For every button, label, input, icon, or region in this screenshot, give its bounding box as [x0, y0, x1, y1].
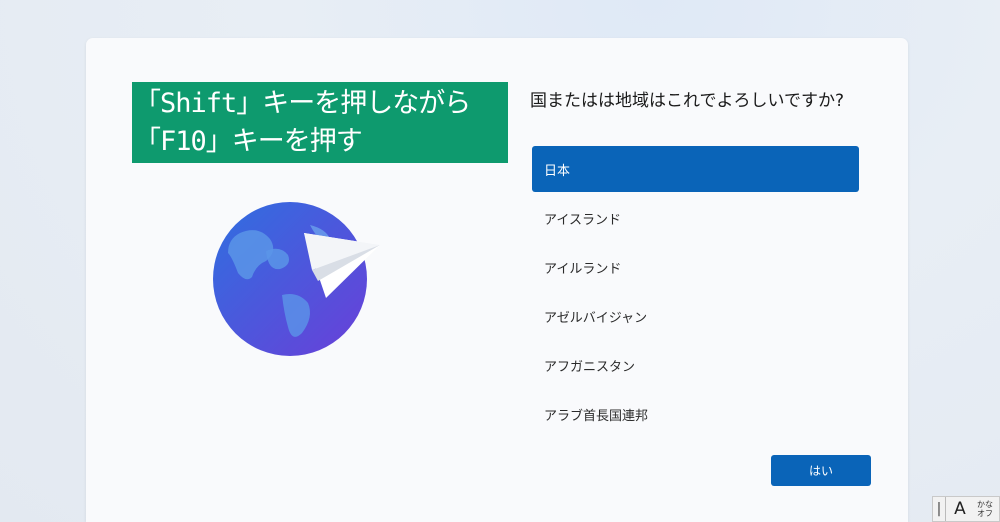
page-title: 国またはは地域はこれでよろしいですか? [530, 91, 845, 111]
region-item-afghanistan[interactable]: アフガニスタン [532, 342, 859, 388]
region-item-ireland[interactable]: アイルランド [532, 244, 859, 290]
globe-paper-plane-icon [213, 202, 380, 356]
globe-illustration [200, 195, 390, 365]
ime-mode[interactable]: A [946, 499, 974, 519]
ime-separator-icon: | [933, 497, 946, 521]
region-item-uae[interactable]: アラブ首長国連邦 [532, 391, 859, 437]
ime-indicator[interactable]: | A かな オフ [932, 496, 1000, 522]
region-item-label: アゼルバイジャン [544, 310, 648, 326]
region-item-label: アフガニスタン [544, 359, 636, 375]
region-item-label: 日本 [544, 163, 571, 179]
region-item-azerbaijan[interactable]: アゼルバイジャン [532, 293, 859, 339]
ime-kana-toggle[interactable]: かな オフ [974, 500, 996, 518]
instruction-line-2: 「F10」キーを押す [134, 126, 363, 157]
instruction-line-1: 「Shift」キーを押しながら [134, 88, 471, 119]
region-item-label: アイルランド [544, 261, 622, 277]
region-item-label: アラブ首長国連邦 [544, 408, 649, 424]
region-item-iceland[interactable]: アイスランド [532, 195, 859, 241]
region-item-label: アイスランド [544, 212, 621, 228]
instruction-banner: 「Shift」キーを押しながら 「F10」キーを押す [132, 82, 508, 163]
yes-button[interactable]: はい [771, 455, 871, 486]
region-list[interactable]: 日本 アイスランド アイルランド アゼルバイジャン アフガニスタン アラブ首長国… [532, 146, 859, 440]
region-item-japan[interactable]: 日本 [532, 146, 859, 192]
